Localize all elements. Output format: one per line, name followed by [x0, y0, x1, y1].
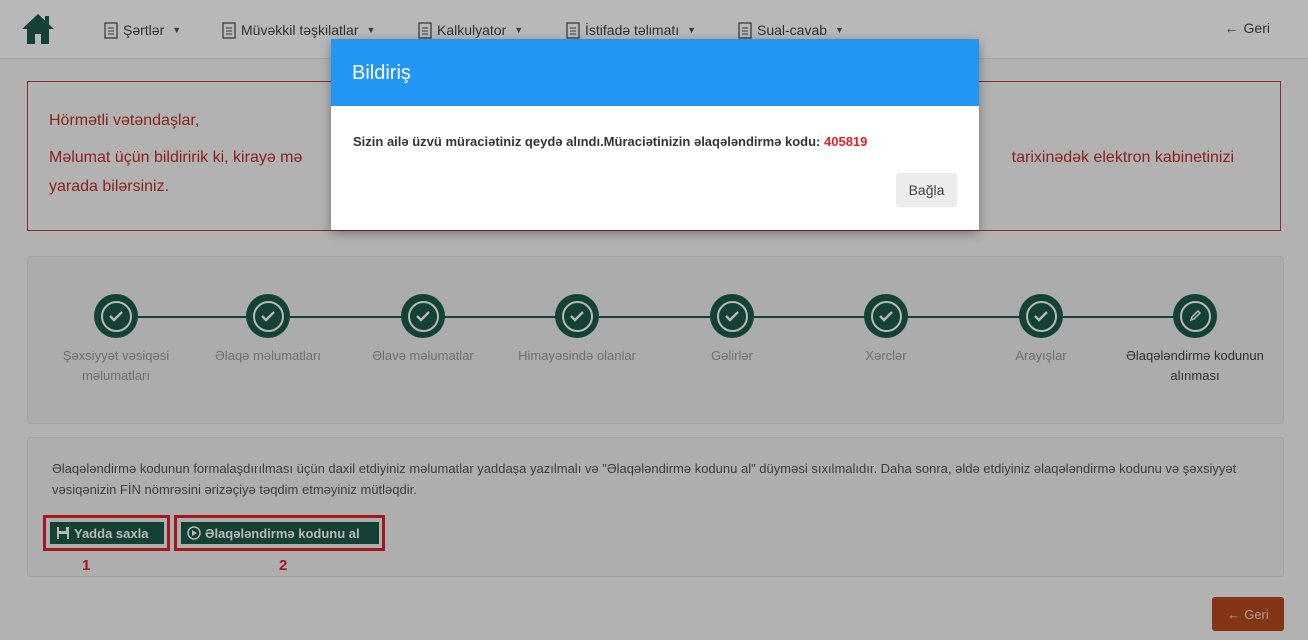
modal-message: Sizin ailə üzvü müraciətiniz qeydə alınd…	[353, 134, 867, 149]
notification-modal: Bildiriş Sizin ailə üzvü müraciətiniz qe…	[331, 39, 979, 230]
page: Şərtlər ▼ Müvəkkil təşkilatlar ▼ Kalkuly…	[0, 0, 1308, 640]
modal-message-text: Sizin ailə üzvü müraciətiniz qeydə alınd…	[353, 134, 824, 149]
coordination-code: 405819	[824, 134, 868, 149]
modal-title: Bildiriş	[352, 62, 411, 84]
close-button[interactable]: Bağla	[896, 173, 957, 207]
modal-header: Bildiriş	[331, 39, 979, 106]
